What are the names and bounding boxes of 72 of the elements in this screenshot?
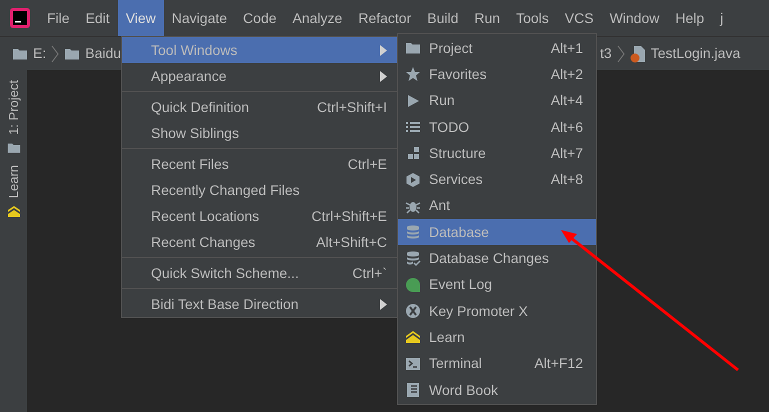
shortcut-label: Alt+Shift+C	[316, 232, 387, 252]
structure-icon	[405, 145, 421, 162]
menu-item[interactable]: Key Promoter X	[398, 298, 596, 324]
menu-item[interactable]: Run	[466, 0, 508, 36]
menu-item[interactable]: Favorites Alt+2	[398, 61, 596, 88]
menu-item[interactable]: Learn	[398, 324, 596, 351]
breadcrumb[interactable]: E:	[33, 43, 46, 64]
menu-item[interactable]: Code	[235, 0, 285, 36]
shortcut-label: Alt+2	[550, 64, 583, 84]
menu-item[interactable]: Show Siblings	[122, 120, 397, 146]
menu-item[interactable]: Services Alt+8	[398, 166, 596, 193]
menu-item[interactable]: Recent Files Ctrl+E	[122, 151, 397, 177]
shortcut-label: Alt+6	[550, 118, 583, 137]
shortcut-label: Alt+8	[550, 170, 583, 190]
shortcut-label: Alt+F12	[534, 354, 583, 374]
menu-item[interactable]: TODO Alt+6	[398, 114, 596, 140]
tool-window-tab[interactable]: Learn	[4, 164, 24, 198]
menu-item[interactable]: Appearance	[122, 63, 397, 89]
menu-item[interactable]: Terminal Alt+F12	[398, 350, 596, 377]
terminal-icon	[405, 356, 421, 372]
breadcrumb[interactable]: t3	[600, 43, 612, 64]
menu-item[interactable]: Refactor	[350, 0, 420, 36]
java-file-icon	[630, 44, 646, 62]
database-check-icon	[405, 250, 421, 267]
menu-item[interactable]: j	[712, 0, 732, 36]
app-logo-icon[interactable]	[10, 8, 30, 28]
shortcut-label: Alt+1	[550, 38, 583, 58]
menu-item[interactable]: Quick Switch Scheme... Ctrl+`	[122, 260, 397, 286]
menu-item[interactable]: File	[39, 0, 78, 36]
breadcrumb[interactable]: TestLogin.java	[650, 43, 740, 64]
services-icon	[405, 172, 421, 188]
shortcut-label: Ctrl+Shift+I	[316, 98, 387, 116]
menu-item[interactable]: Edit	[78, 0, 118, 36]
breadcrumb[interactable]: Baidu	[85, 43, 122, 64]
menu-item[interactable]: Database Changes	[398, 245, 596, 272]
shortcut-label: Alt+4	[550, 91, 583, 110]
shortcut-label: Alt+7	[550, 144, 583, 163]
menu-item[interactable]: Tools	[508, 0, 557, 36]
menu-item[interactable]: Recent Changes Alt+Shift+C	[122, 229, 397, 255]
book-icon	[405, 382, 421, 398]
menu-item[interactable]: Navigate	[164, 0, 236, 36]
menu-item[interactable]: Recently Changed Files	[122, 177, 397, 203]
shortcut-label: Ctrl+E	[348, 154, 387, 174]
chevron-stack-icon	[6, 204, 22, 218]
folder-icon	[405, 40, 421, 56]
shortcut-label: Ctrl+`	[352, 264, 387, 282]
menu-item[interactable]: Project Alt+1	[398, 35, 596, 62]
play-icon	[405, 92, 421, 109]
breadcrumb-separator	[51, 44, 60, 62]
menu-item[interactable]: Structure Alt+7	[398, 140, 596, 166]
menu-item[interactable]: Word Book	[398, 376, 596, 404]
menu-item[interactable]: Window	[602, 0, 668, 36]
breadcrumb-separator	[616, 44, 625, 62]
menu-item[interactable]: Bidi Text Base Direction	[122, 291, 397, 317]
speech-bubble-icon	[405, 276, 421, 293]
key-badge-icon	[405, 303, 421, 320]
chevron-stack-icon	[405, 329, 421, 346]
menu-item[interactable]: Recent Locations Ctrl+Shift+E	[122, 203, 397, 229]
menu-item[interactable]: Help	[667, 0, 712, 36]
menu-item[interactable]: Quick Definition Ctrl+Shift+I	[122, 94, 397, 120]
menu-item[interactable]: Ant	[398, 192, 596, 220]
menu-item[interactable]: Event Log	[398, 272, 596, 298]
folder-icon	[6, 140, 20, 155]
menu-item[interactable]: VCS	[556, 0, 602, 36]
menu-item[interactable]: Analyze	[284, 0, 350, 36]
shortcut-label: Ctrl+Shift+E	[312, 206, 387, 226]
menu-item[interactable]: Build	[419, 0, 466, 36]
menu-item[interactable]: Run Alt+4	[398, 88, 596, 114]
tool-window-tab[interactable]: 1: Project	[4, 80, 24, 135]
menu-item[interactable]: View	[118, 0, 164, 36]
star-icon	[405, 66, 421, 82]
database-icon	[405, 224, 421, 240]
